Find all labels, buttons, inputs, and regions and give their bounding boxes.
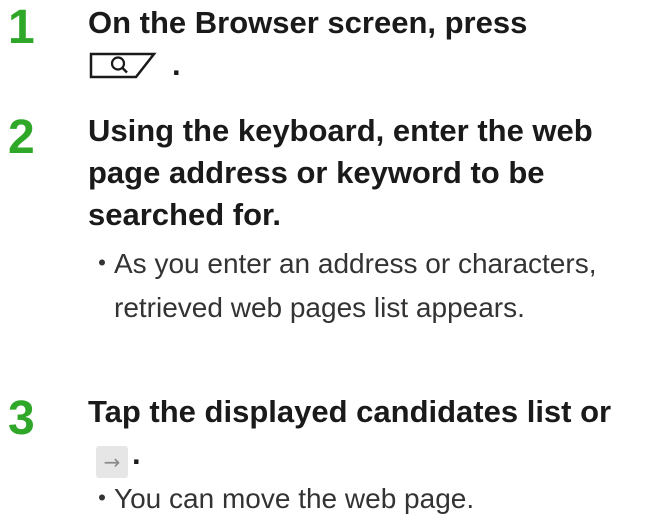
step-number: 1 xyxy=(8,1,35,54)
search-key-icon xyxy=(88,51,166,79)
step-instruction-text: On the Browser screen, press xyxy=(88,5,528,40)
arrow-right-icon: → xyxy=(96,446,128,478)
step-instruction-end: . xyxy=(172,47,181,82)
step-note: ・ As you enter an address or characters,… xyxy=(88,242,668,330)
bullet: ・ xyxy=(88,483,117,514)
step-number: 3 xyxy=(8,392,35,445)
step-instruction-end: . xyxy=(132,436,141,471)
step-number: 2 xyxy=(8,111,35,164)
note-text: You can move the web page. xyxy=(114,483,475,514)
step-instruction-text: Tap the displayed candidates list or xyxy=(88,394,612,429)
step-instruction: Using the keyboard, enter the web page a… xyxy=(88,113,593,232)
step-instruction: Tap the displayed candidates list or →. xyxy=(88,391,648,478)
step-instruction: On the Browser screen, press . xyxy=(88,2,668,86)
step-note: ・ You can move the web page. xyxy=(88,477,668,521)
note-text: As you enter an address or characters, r… xyxy=(114,248,597,323)
bullet: ・ xyxy=(88,248,117,279)
